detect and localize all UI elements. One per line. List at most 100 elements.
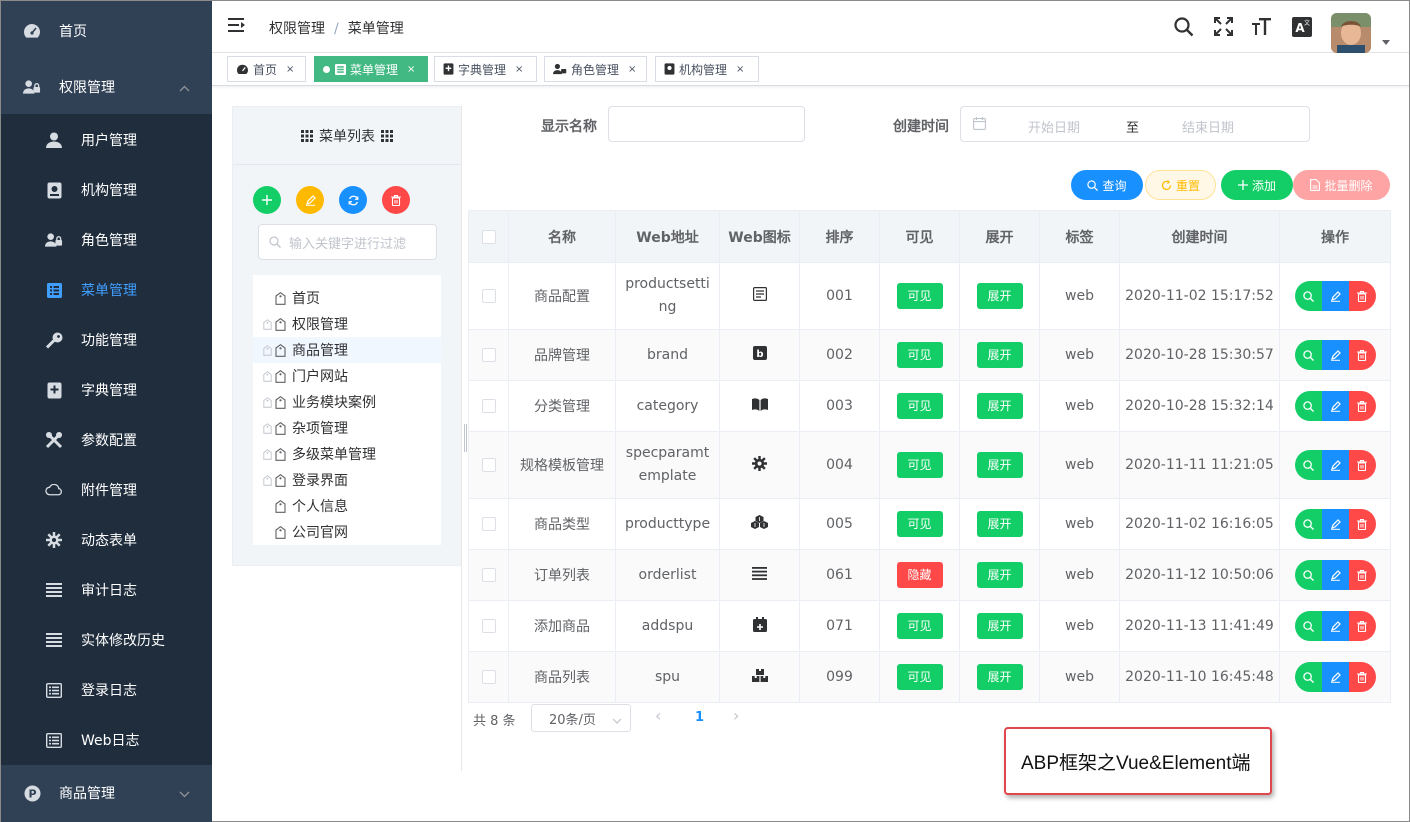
sidebar-item-dynamic-form[interactable]: 动态表单: [1, 515, 212, 565]
select-all-checkbox[interactable]: [481, 229, 496, 244]
sidebar-item-permission[interactable]: 权限管理: [1, 62, 212, 112]
tree-node[interactable]: 杂项管理: [253, 415, 441, 441]
edit-button[interactable]: [1321, 340, 1349, 370]
tag-home[interactable]: 首页 ×: [227, 56, 306, 82]
prev-page-button[interactable]: ‹: [655, 706, 661, 725]
tree-expand-icon[interactable]: [259, 370, 275, 382]
sidebar-item-functions[interactable]: 功能管理: [1, 315, 212, 365]
sidebar-item-users[interactable]: 用户管理: [1, 115, 212, 165]
close-icon[interactable]: ×: [286, 64, 294, 75]
sidebar-item-roles[interactable]: 角色管理: [1, 215, 212, 265]
page-number-current[interactable]: 1: [695, 710, 704, 725]
tag-org-management[interactable]: 机构管理 ×: [655, 56, 759, 82]
view-button[interactable]: [1294, 509, 1322, 539]
sidebar-item-web-log[interactable]: Web日志: [1, 715, 212, 765]
delete-button[interactable]: [1348, 560, 1376, 590]
hamburger-icon[interactable]: [228, 17, 245, 37]
row-checkbox[interactable]: [481, 670, 496, 684]
edit-button[interactable]: [1321, 560, 1349, 590]
tree-node[interactable]: 个人信息: [253, 493, 441, 519]
sidebar-item-login-log[interactable]: 登录日志: [1, 665, 212, 715]
view-button[interactable]: [1294, 340, 1322, 370]
column-header[interactable]: Web图标: [719, 210, 800, 263]
tree-node[interactable]: 公司官网: [253, 519, 441, 545]
tree-add-button[interactable]: [253, 186, 281, 214]
tree-refresh-button[interactable]: [339, 186, 367, 214]
table-row[interactable]: 规格模板管理 specparamtemplate 004 可见 展开 web 2…: [468, 431, 1391, 499]
view-button[interactable]: [1294, 662, 1322, 692]
view-button[interactable]: [1294, 450, 1322, 480]
sidebar-item-org[interactable]: 机构管理: [1, 165, 212, 215]
sidebar-item-products[interactable]: P 商品管理: [1, 768, 212, 818]
sidebar-item-home[interactable]: 首页: [1, 6, 212, 56]
name-filter-input[interactable]: [608, 106, 805, 142]
edit-button[interactable]: [1321, 611, 1349, 641]
view-button[interactable]: [1294, 611, 1322, 641]
tree-node[interactable]: 商品管理: [253, 337, 441, 363]
delete-button[interactable]: [1348, 662, 1376, 692]
row-checkbox[interactable]: [481, 568, 496, 582]
sidebar-item-dict[interactable]: 字典管理: [1, 365, 212, 415]
column-header[interactable]: 展开: [959, 210, 1040, 263]
close-icon[interactable]: ×: [628, 64, 636, 75]
sidebar-item-params[interactable]: 参数配置: [1, 415, 212, 465]
column-header[interactable]: 创建时间: [1119, 210, 1280, 263]
tree-search-input[interactable]: 输入关键字进行过滤: [258, 224, 437, 260]
delete-button[interactable]: [1348, 450, 1376, 480]
edit-button[interactable]: [1321, 509, 1349, 539]
table-row[interactable]: 商品配置 productsetting 001 可见 展开 web 2020-1…: [468, 262, 1391, 330]
delete-button[interactable]: [1348, 340, 1376, 370]
tree-node[interactable]: 权限管理: [253, 311, 441, 337]
column-header[interactable]: Web地址: [615, 210, 720, 263]
fullscreen-icon[interactable]: [1214, 17, 1233, 40]
tree-expand-icon[interactable]: [259, 344, 275, 356]
tree-node[interactable]: 首页: [253, 285, 441, 311]
tree-expand-icon[interactable]: [259, 474, 275, 486]
delete-button[interactable]: [1348, 391, 1376, 421]
tree-node[interactable]: 门户网站: [253, 363, 441, 389]
view-button[interactable]: [1294, 560, 1322, 590]
table-row[interactable]: 订单列表 orderlist 061 隐藏 展开 web 2020-11-12 …: [468, 549, 1391, 601]
tag-menu-management[interactable]: 菜单管理 ×: [314, 56, 428, 82]
tree-expand-icon[interactable]: [259, 318, 275, 330]
tree-expand-icon[interactable]: [259, 396, 275, 408]
delete-button[interactable]: [1348, 611, 1376, 641]
tree-edit-button[interactable]: [296, 186, 324, 214]
search-icon[interactable]: [1174, 17, 1194, 41]
tree-node[interactable]: 业务模块案例: [253, 389, 441, 415]
sidebar-item-entity-history[interactable]: 实体修改历史: [1, 615, 212, 665]
close-icon[interactable]: ×: [736, 64, 744, 75]
sidebar-item-menu[interactable]: 菜单管理: [1, 265, 212, 315]
row-checkbox[interactable]: [481, 348, 496, 362]
column-header[interactable]: 排序: [799, 210, 880, 263]
page-size-select[interactable]: 20条/页: [531, 704, 631, 732]
batch-delete-button[interactable]: 批量删除: [1293, 170, 1390, 200]
row-checkbox[interactable]: [481, 458, 496, 472]
table-row[interactable]: 商品类型 producttype 005 可见 展开 web 2020-11-0…: [468, 498, 1391, 550]
query-button[interactable]: 查询: [1071, 170, 1143, 200]
tree-delete-button[interactable]: [382, 186, 410, 214]
view-button[interactable]: [1294, 281, 1322, 311]
edit-button[interactable]: [1321, 450, 1349, 480]
view-button[interactable]: [1294, 391, 1322, 421]
row-checkbox[interactable]: [481, 619, 496, 633]
translate-icon[interactable]: A文: [1292, 17, 1312, 41]
sidebar-item-attachments[interactable]: 附件管理: [1, 465, 212, 515]
close-icon[interactable]: ×: [515, 64, 523, 75]
add-button[interactable]: 添加: [1221, 170, 1293, 200]
font-size-icon[interactable]: [1252, 17, 1272, 40]
caret-down-icon[interactable]: [1382, 34, 1390, 49]
next-page-button[interactable]: ›: [733, 706, 739, 725]
reset-button[interactable]: 重置: [1145, 170, 1216, 200]
start-date-input[interactable]: 开始日期: [1028, 117, 1080, 136]
tree-node[interactable]: 登录界面: [253, 467, 441, 493]
row-checkbox[interactable]: [481, 289, 496, 303]
table-row[interactable]: 品牌管理 brand b 002 可见 展开 web 2020-10-28 15…: [468, 329, 1391, 381]
row-checkbox[interactable]: [481, 517, 496, 531]
row-checkbox[interactable]: [481, 399, 496, 413]
column-header[interactable]: 名称: [508, 210, 616, 263]
edit-button[interactable]: [1321, 391, 1349, 421]
tree-expand-icon[interactable]: [259, 448, 275, 460]
close-icon[interactable]: ×: [407, 64, 415, 75]
edit-button[interactable]: [1321, 281, 1349, 311]
